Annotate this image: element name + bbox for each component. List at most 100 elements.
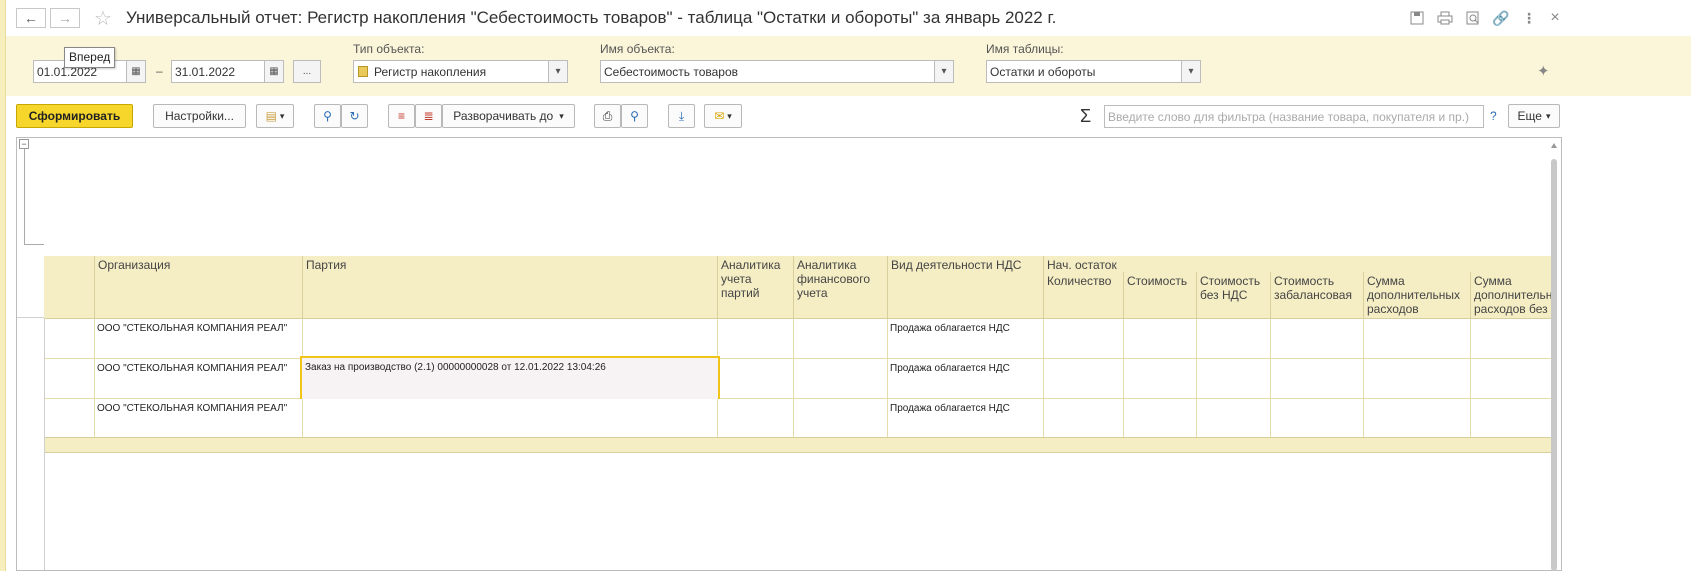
- object-name-dropdown[interactable]: ▾: [934, 60, 954, 83]
- table-cell[interactable]: [1271, 359, 1364, 399]
- collapse-icon: ≡: [397, 109, 405, 123]
- header-cost: Стоимость: [1124, 272, 1197, 319]
- send-email-button[interactable]: ✉ ▾: [704, 104, 742, 128]
- back-button[interactable]: ←: [16, 8, 46, 28]
- header-fin-analytics: Аналитика финансового учета: [794, 256, 888, 319]
- expand-icon: ≣: [423, 109, 434, 123]
- find-next-button[interactable]: ↻: [341, 104, 368, 128]
- generate-button[interactable]: Сформировать: [16, 104, 133, 128]
- help-icon[interactable]: ?: [1490, 109, 1497, 123]
- table-cell-vat-activity[interactable]: Продажа облагается НДС: [888, 319, 1044, 359]
- calendar-from-button[interactable]: ▦: [126, 60, 146, 83]
- group-bracket: [24, 149, 44, 245]
- table-cell[interactable]: [44, 399, 95, 439]
- table-body: ООО "СТЕКОЛЬНАЯ КОМПАНИЯ РЕАЛ" Продажа о…: [17, 319, 1554, 439]
- table-cell[interactable]: [718, 319, 794, 359]
- table-cell[interactable]: [794, 359, 888, 399]
- table-cell[interactable]: [1197, 399, 1271, 439]
- print-icon[interactable]: [1436, 9, 1454, 27]
- collapse-groups-button[interactable]: ≡: [388, 104, 415, 128]
- table-cell[interactable]: [1271, 319, 1364, 359]
- table-cell[interactable]: [1197, 359, 1271, 399]
- header-cost-no-vat: Стоимость без НДС: [1197, 272, 1271, 319]
- object-type-dropdown[interactable]: ▾: [548, 60, 568, 83]
- object-name-select[interactable]: Себестоимость товаров: [600, 60, 935, 83]
- star-icon[interactable]: ☆: [94, 6, 112, 31]
- print-icon: ⎙: [602, 108, 613, 123]
- table-cell-party[interactable]: [303, 319, 718, 359]
- table-cell[interactable]: [1197, 319, 1271, 359]
- object-type-value: Регистр накопления: [374, 65, 487, 79]
- table-name-select[interactable]: Остатки и обороты: [986, 60, 1182, 83]
- calendar-to-button[interactable]: ▦: [264, 60, 284, 83]
- table-cell[interactable]: [1124, 319, 1197, 359]
- chevron-down-icon: ▾: [1545, 110, 1551, 121]
- table-cell-party-selected[interactable]: Заказ на производство (2.1) 00000000028 …: [300, 356, 720, 401]
- expand-to-label: Разворачивать до: [453, 109, 554, 123]
- table-cell[interactable]: [44, 319, 95, 359]
- page-title: Универсальный отчет: Регистр накопления …: [126, 8, 1057, 27]
- pin-icon[interactable]: ✦: [1537, 62, 1550, 80]
- table-cell[interactable]: [1364, 359, 1471, 399]
- settings-button[interactable]: Настройки...: [153, 104, 246, 128]
- vertical-scrollbar[interactable]: [1549, 143, 1559, 571]
- forward-button[interactable]: →: [50, 8, 80, 28]
- sigma-icon[interactable]: Σ: [1080, 106, 1091, 127]
- date-range-dash: –: [156, 64, 163, 78]
- scroll-up-icon[interactable]: [1551, 143, 1557, 148]
- table-cell[interactable]: [1044, 399, 1124, 439]
- table-cell-organization[interactable]: ООО "СТЕКОЛЬНАЯ КОМПАНИЯ РЕАЛ": [95, 359, 303, 399]
- preview-icon[interactable]: [1464, 9, 1482, 27]
- table-cell[interactable]: [1471, 319, 1554, 359]
- close-icon[interactable]: ×: [1546, 9, 1564, 27]
- report-area[interactable]: − Организация Партия Аналитика учета пар…: [16, 137, 1562, 571]
- object-type-select[interactable]: Регистр накопления: [353, 60, 549, 83]
- more-label: Еще: [1517, 109, 1542, 123]
- table-cell-vat-activity[interactable]: Продажа облагается НДС: [888, 399, 1044, 439]
- totals-row: [44, 437, 1554, 453]
- table-cell[interactable]: [1124, 399, 1197, 439]
- table-cell[interactable]: [1271, 399, 1364, 439]
- table-cell[interactable]: [1364, 319, 1471, 359]
- chevron-down-icon: ▾: [279, 110, 285, 121]
- scrollbar-thumb[interactable]: [1551, 159, 1557, 571]
- table-cell[interactable]: [1044, 319, 1124, 359]
- table-cell[interactable]: [1471, 359, 1554, 399]
- table-cell[interactable]: [718, 399, 794, 439]
- table-cell[interactable]: [1364, 399, 1471, 439]
- chevron-down-icon: ▾: [1188, 66, 1194, 77]
- header-party: Партия: [303, 256, 718, 319]
- expand-groups-button[interactable]: ≣: [415, 104, 442, 128]
- table-cell-organization[interactable]: ООО "СТЕКОЛЬНАЯ КОМПАНИЯ РЕАЛ": [95, 399, 303, 439]
- table-cell[interactable]: [44, 359, 95, 399]
- more-vert-icon[interactable]: ⋮: [1520, 9, 1538, 27]
- search-input[interactable]: Введите слово для фильтра (название това…: [1104, 105, 1484, 128]
- header-party-analytics: Аналитика учета партий: [718, 256, 794, 319]
- table-cell[interactable]: [1471, 399, 1554, 439]
- period-select-button[interactable]: ...: [293, 60, 321, 83]
- table-name-dropdown[interactable]: ▾: [1181, 60, 1201, 83]
- variants-button[interactable]: ▤ ▾: [256, 104, 294, 128]
- header-vat-activity: Вид деятельности НДС: [888, 256, 1044, 319]
- table-cell[interactable]: [1044, 359, 1124, 399]
- table-cell-organization[interactable]: ООО "СТЕКОЛЬНАЯ КОМПАНИЯ РЕАЛ": [95, 319, 303, 359]
- chevron-down-icon: ▾: [555, 66, 561, 77]
- save-to-file-button[interactable]: ⤓: [668, 104, 695, 128]
- save-icon[interactable]: [1408, 9, 1426, 27]
- expand-to-button[interactable]: Разворачивать до ▾: [442, 104, 575, 128]
- forward-tooltip: Вперед: [64, 47, 116, 68]
- find-button[interactable]: ⚲: [314, 104, 341, 128]
- table-cell[interactable]: [794, 319, 888, 359]
- more-button[interactable]: Еще ▾: [1508, 104, 1560, 128]
- table-cell-party[interactable]: [303, 399, 718, 439]
- table-cell[interactable]: [794, 399, 888, 439]
- group-collapse-icon[interactable]: −: [19, 139, 29, 149]
- table-cell[interactable]: [1124, 359, 1197, 399]
- table-cell[interactable]: [720, 359, 794, 399]
- mail-icon: ✉: [714, 109, 725, 123]
- table-cell-vat-activity[interactable]: Продажа облагается НДС: [888, 359, 1044, 399]
- print-preview-button[interactable]: ⚲: [621, 104, 648, 128]
- date-to-input[interactable]: 31.01.2022: [171, 60, 265, 83]
- print-button[interactable]: ⎙: [594, 104, 621, 128]
- link-icon[interactable]: 🔗: [1492, 9, 1510, 27]
